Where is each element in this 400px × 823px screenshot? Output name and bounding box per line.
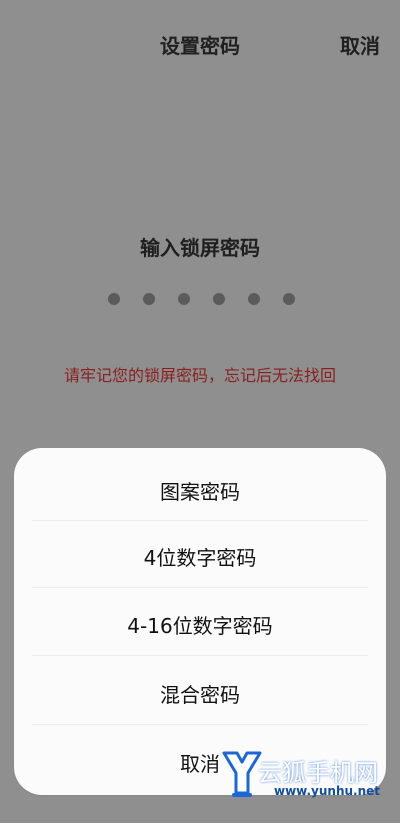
site-watermark: 云狐手机网 www.yunhu.net — [220, 749, 390, 807]
password-dot — [283, 293, 295, 305]
password-dots — [108, 293, 296, 305]
password-dot — [143, 293, 155, 305]
pattern-password-option[interactable]: 图案密码 — [14, 476, 386, 505]
sheet-divider — [32, 520, 368, 521]
mixed-password-option[interactable]: 混合密码 — [14, 679, 386, 708]
password-type-sheet: 图案密码 4位数字密码 4-16位数字密码 混合密码 取消 — [14, 448, 386, 795]
sheet-divider — [32, 724, 368, 725]
sheet-divider — [32, 655, 368, 656]
password-dot — [213, 293, 225, 305]
watermark-title: 云狐手机网 — [258, 759, 378, 787]
sheet-divider — [32, 587, 368, 588]
lock-password-prompt: 输入锁屏密码 — [140, 236, 260, 260]
top-bar: 设置密码 取消 — [0, 0, 400, 84]
password-dot — [248, 293, 260, 305]
four-digit-password-option[interactable]: 4位数字密码 — [14, 542, 386, 571]
variable-digit-password-option[interactable]: 4-16位数字密码 — [14, 610, 386, 639]
password-dot — [108, 293, 120, 305]
password-warning: 请牢记您的锁屏密码，忘记后无法找回 — [63, 366, 336, 385]
cancel-button[interactable]: 取消 — [340, 30, 380, 59]
watermark-url: www.yunhu.net — [274, 784, 381, 798]
password-dot — [178, 293, 190, 305]
